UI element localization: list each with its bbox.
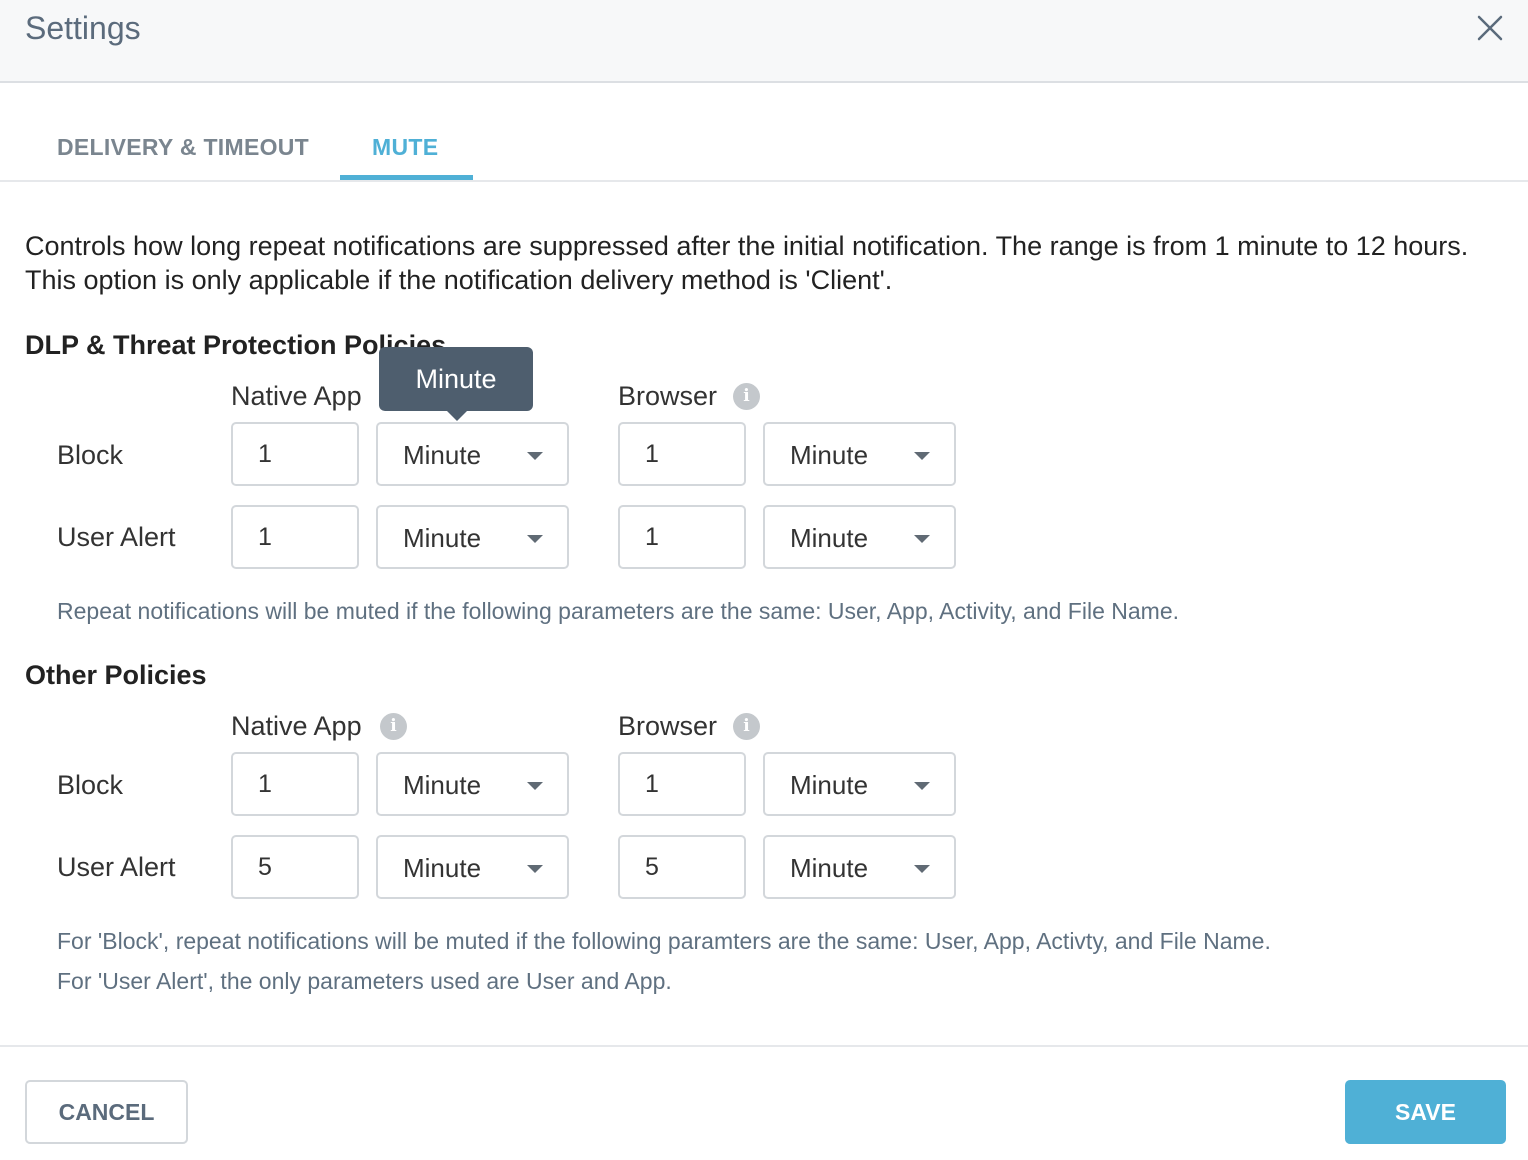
other-native-app-header: Native App (231, 711, 362, 741)
other-block-note: For 'Block', repeat notifications will b… (57, 928, 1271, 954)
other-user-alert-label: User Alert (57, 852, 176, 882)
dlp-block-browser-unit-select[interactable]: Minute (763, 422, 956, 486)
tooltip-arrow (447, 411, 467, 421)
dlp-mute-note: Repeat notifications will be muted if th… (57, 598, 1180, 624)
other-section-title: Other Policies (25, 660, 207, 690)
select-value: Minute (790, 770, 869, 800)
footer-divider (0, 1045, 1528, 1047)
dialog-title: Settings (25, 10, 141, 46)
dlp-user-alert-native-value-input[interactable]: 1 (231, 505, 359, 569)
chevron-down-icon (914, 865, 930, 873)
chevron-down-icon (914, 535, 930, 543)
other-block-browser-unit-select[interactable]: Minute (763, 752, 956, 816)
other-user-alert-browser-value-input[interactable]: 5 (618, 835, 746, 899)
chevron-down-icon (527, 782, 543, 790)
tab-bar: DELIVERY & TIMEOUT MUTE (0, 83, 1528, 182)
dlp-user-alert-browser-value-input[interactable]: 1 (618, 505, 746, 569)
dlp-block-native-unit-select[interactable]: Minute (376, 422, 569, 486)
select-value: Minute (403, 523, 482, 553)
active-tab-indicator (340, 175, 473, 180)
info-icon[interactable]: i (380, 713, 407, 740)
other-user-alert-note: For 'User Alert', the only parameters us… (57, 968, 672, 994)
dialog-header: Settings (0, 0, 1528, 83)
tab-delivery-timeout[interactable]: DELIVERY & TIMEOUT (57, 134, 309, 161)
other-block-native-value-input[interactable]: 1 (231, 752, 359, 816)
dlp-block-native-value-input[interactable]: 1 (231, 422, 359, 486)
other-user-alert-native-unit-select[interactable]: Minute (376, 835, 569, 899)
other-user-alert-browser-unit-select[interactable]: Minute (763, 835, 956, 899)
chevron-down-icon (527, 865, 543, 873)
chevron-down-icon (527, 452, 543, 460)
tab-mute[interactable]: MUTE (372, 134, 438, 161)
select-value: Minute (790, 853, 869, 883)
select-value: Minute (790, 523, 869, 553)
other-block-native-unit-select[interactable]: Minute (376, 752, 569, 816)
other-browser-header: Browser (618, 711, 718, 741)
close-icon[interactable] (1474, 12, 1506, 44)
other-block-browser-value-input[interactable]: 1 (618, 752, 746, 816)
other-block-label: Block (57, 770, 124, 800)
dlp-block-browser-value-input[interactable]: 1 (618, 422, 746, 486)
dlp-user-alert-label: User Alert (57, 522, 176, 552)
chevron-down-icon (914, 782, 930, 790)
select-value: Minute (790, 440, 869, 470)
dlp-browser-header: Browser (618, 381, 718, 411)
dlp-user-alert-native-unit-select[interactable]: Minute (376, 505, 569, 569)
other-user-alert-native-value-input[interactable]: 5 (231, 835, 359, 899)
dlp-user-alert-browser-unit-select[interactable]: Minute (763, 505, 956, 569)
mute-description: Controls how long repeat notifications a… (25, 231, 1469, 295)
select-value: Minute (403, 853, 482, 883)
chevron-down-icon (914, 452, 930, 460)
select-value: Minute (403, 770, 482, 800)
chevron-down-icon (527, 535, 543, 543)
cancel-button[interactable]: CANCEL (25, 1080, 188, 1144)
save-button[interactable]: SAVE (1345, 1080, 1506, 1144)
dlp-block-label: Block (57, 440, 124, 470)
info-icon[interactable]: i (733, 713, 760, 740)
info-icon[interactable]: i (733, 383, 760, 410)
dlp-native-app-header: Native App (231, 381, 362, 411)
unit-tooltip: Minute (379, 347, 533, 411)
select-value: Minute (403, 440, 482, 470)
